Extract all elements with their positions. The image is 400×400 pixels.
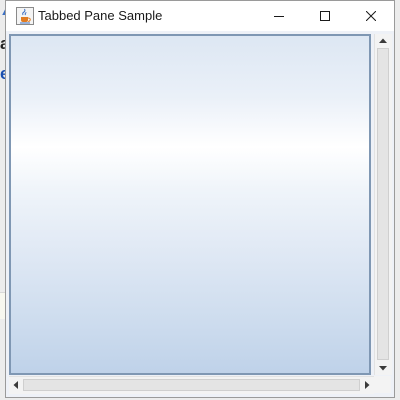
maximize-icon [320,11,330,21]
scrollbar-corner [374,376,391,393]
vertical-scroll-thumb[interactable] [377,48,389,360]
horizontal-scroll-thumb[interactable] [23,379,360,391]
window-title: Tabbed Pane Sample [38,8,163,23]
app-window: Tabbed Pane Sample [5,0,395,398]
vertical-scrollbar[interactable] [374,34,392,375]
java-cup-icon[interactable] [16,7,34,25]
content-area [6,31,394,397]
arrow-up-icon[interactable] [376,34,390,48]
maximize-button[interactable] [302,1,348,31]
arrow-left-icon[interactable] [9,378,23,392]
close-button[interactable] [348,1,394,31]
minimize-icon [274,16,284,17]
close-icon [366,11,376,21]
arrow-down-icon[interactable] [376,361,390,375]
arrow-right-icon[interactable] [360,378,374,392]
horizontal-scrollbar[interactable] [9,376,374,394]
gradient-panel [9,34,371,375]
title-bar[interactable]: Tabbed Pane Sample [6,1,394,31]
minimize-button[interactable] [256,1,302,31]
